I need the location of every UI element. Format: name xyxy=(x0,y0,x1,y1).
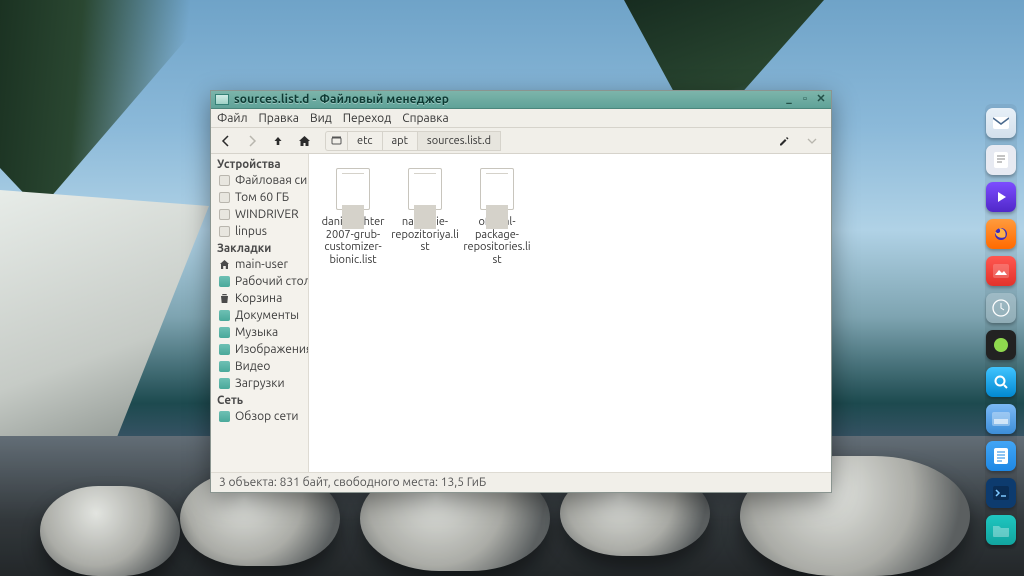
edit-path-button[interactable] xyxy=(773,131,795,151)
folder-icon xyxy=(219,361,230,372)
file-label: official-package-repositories.list xyxy=(463,216,531,267)
path-root-icon[interactable] xyxy=(325,131,347,151)
sidebar-group: Закладки xyxy=(211,240,308,256)
folder-icon xyxy=(219,310,230,321)
disk-icon xyxy=(219,226,230,237)
path-breadcrumb: etc apt sources.list.d xyxy=(325,131,769,151)
file-label: nazvanie-repozitoriya.list xyxy=(391,216,459,254)
disk-icon xyxy=(219,209,230,220)
sidebar-item-label: Том 60 ГБ xyxy=(235,191,289,204)
titlebar[interactable]: sources.list.d - Файловый менеджер _ ▫ ✕ xyxy=(211,91,831,109)
dock-clock-icon[interactable] xyxy=(986,293,1016,323)
dock-power-icon[interactable] xyxy=(986,330,1016,360)
dock-text-icon[interactable] xyxy=(986,145,1016,175)
dock-search-icon[interactable] xyxy=(986,367,1016,397)
dock-media-icon[interactable] xyxy=(986,182,1016,212)
forward-button[interactable] xyxy=(241,131,263,151)
sidebar-item-label: Файловая си... xyxy=(235,174,308,187)
file-icon xyxy=(480,168,514,210)
sidebar-item-label: Рабочий стол xyxy=(235,275,308,288)
menu-переход[interactable]: Переход xyxy=(343,112,392,125)
file-item[interactable]: official-package-repositories.list xyxy=(461,166,533,269)
path-etc[interactable]: etc xyxy=(347,131,382,151)
sidebar-item-label: Обзор сети xyxy=(235,410,299,423)
dock-firefox-icon[interactable] xyxy=(986,219,1016,249)
home-button[interactable] xyxy=(293,131,315,151)
folder-icon xyxy=(219,378,230,389)
trash-icon xyxy=(219,293,230,304)
menubar: Файл Правка Вид Переход Справка xyxy=(211,109,831,128)
window-icon xyxy=(215,94,229,105)
sidebar-item[interactable]: Видео xyxy=(211,358,308,375)
dock-mail-icon[interactable] xyxy=(986,108,1016,138)
sidebar-item-label: WINDRIVER xyxy=(235,208,299,221)
maximize-button[interactable]: ▫ xyxy=(799,94,811,106)
close-button[interactable]: ✕ xyxy=(815,94,827,106)
file-content-pane[interactable]: danielrichter2007-grub-customizer-bionic… xyxy=(309,154,831,472)
sidebar-item-label: main-user xyxy=(235,258,288,271)
sidebar-item-label: linpus xyxy=(235,225,267,238)
sidebar-item-label: Видео xyxy=(235,360,270,373)
sidebar-item[interactable]: Изображения xyxy=(211,341,308,358)
status-text: 3 объекта: 831 байт, свободного места: 1… xyxy=(219,476,486,489)
folder-icon xyxy=(219,327,230,338)
dock-files-icon[interactable] xyxy=(986,515,1016,545)
sidebar-item-label: Изображения xyxy=(235,343,308,356)
sidebar-item[interactable]: WINDRIVER xyxy=(211,206,308,223)
sidebar-group: Устройства xyxy=(211,156,308,172)
statusbar: 3 объекта: 831 байт, свободного места: 1… xyxy=(211,472,831,492)
dock-document-icon[interactable] xyxy=(986,441,1016,471)
minimize-button[interactable]: _ xyxy=(783,94,795,106)
sidebar: Устройства Файловая си... Том 60 ГБ WINDRIV… xyxy=(211,154,309,472)
menu-файл[interactable]: Файл xyxy=(217,112,248,125)
sidebar-item[interactable]: linpus xyxy=(211,223,308,240)
file-item[interactable]: danielrichter2007-grub-customizer-bionic… xyxy=(317,166,389,269)
up-button[interactable] xyxy=(267,131,289,151)
path-apt[interactable]: apt xyxy=(382,131,417,151)
desktop: sources.list.d - Файловый менеджер _ ▫ ✕… xyxy=(0,0,1024,576)
toolbar: etc apt sources.list.d xyxy=(211,128,831,154)
dock-terminal-icon[interactable] xyxy=(986,478,1016,508)
sidebar-item-label: Документы xyxy=(235,309,299,322)
menu-справка[interactable]: Справка xyxy=(402,112,448,125)
back-button[interactable] xyxy=(215,131,237,151)
dock-photos-icon[interactable] xyxy=(986,256,1016,286)
sidebar-item-label: Музыка xyxy=(235,326,278,339)
sidebar-item[interactable]: Документы xyxy=(211,307,308,324)
folder-icon xyxy=(219,276,230,287)
sidebar-item[interactable]: Обзор сети xyxy=(211,408,308,425)
folder-icon xyxy=(219,411,230,422)
sidebar-item-label: Корзина xyxy=(235,292,282,305)
sidebar-item[interactable]: Корзина xyxy=(211,290,308,307)
sidebar-item[interactable]: Том 60 ГБ xyxy=(211,189,308,206)
disk-icon xyxy=(219,192,230,203)
dock-show-desktop-icon[interactable] xyxy=(986,404,1016,434)
wallpaper-trees-left xyxy=(0,0,220,210)
sidebar-item[interactable]: main-user xyxy=(211,256,308,273)
home-icon xyxy=(219,259,230,270)
sidebar-item[interactable]: Загрузки xyxy=(211,375,308,392)
disk-icon xyxy=(219,175,230,186)
file-label: danielrichter2007-grub-customizer-bionic… xyxy=(319,216,387,267)
sidebar-item[interactable]: Музыка xyxy=(211,324,308,341)
sidebar-group: Сеть xyxy=(211,392,308,408)
sidebar-item-label: Загрузки xyxy=(235,377,285,390)
file-item[interactable]: nazvanie-repozitoriya.list xyxy=(389,166,461,256)
path-current[interactable]: sources.list.d xyxy=(417,131,501,151)
menu-правка[interactable]: Правка xyxy=(259,112,299,125)
dock xyxy=(985,104,1017,549)
file-icon xyxy=(336,168,370,210)
folder-icon xyxy=(219,344,230,355)
window-title: sources.list.d - Файловый менеджер xyxy=(234,93,779,106)
sidebar-item[interactable]: Рабочий стол xyxy=(211,273,308,290)
menu-вид[interactable]: Вид xyxy=(310,112,332,125)
view-menu-button[interactable] xyxy=(801,131,823,151)
file-manager-window: sources.list.d - Файловый менеджер _ ▫ ✕… xyxy=(210,90,832,493)
sidebar-item[interactable]: Файловая си... xyxy=(211,172,308,189)
file-icon xyxy=(408,168,442,210)
